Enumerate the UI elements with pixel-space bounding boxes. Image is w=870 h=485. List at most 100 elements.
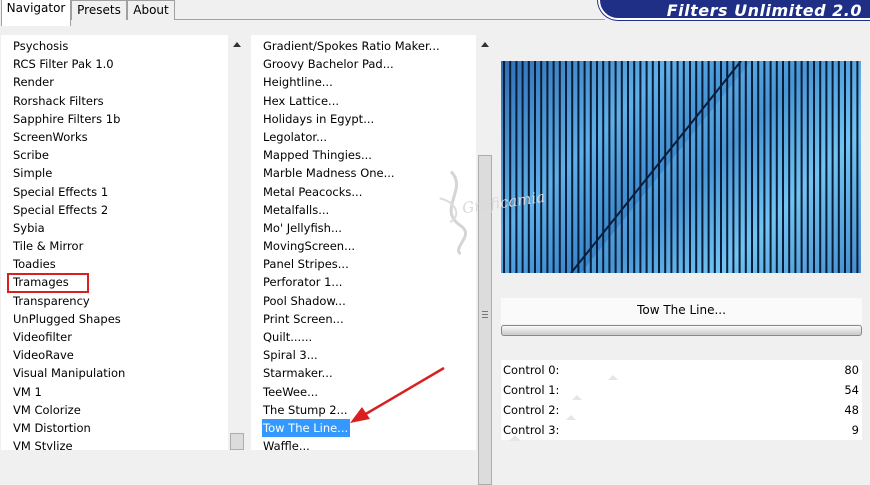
- preview-stripe: [676, 61, 679, 273]
- filter-item[interactable]: Holidays in Egypt...: [251, 110, 476, 128]
- preview-stripe: [639, 61, 642, 273]
- preview-stripe: [540, 61, 543, 273]
- filter-item[interactable]: Waffle...: [251, 437, 476, 450]
- current-filter-name: Tow The Line...: [501, 298, 862, 324]
- preview-stripe: [831, 61, 834, 273]
- preview-stripe: [682, 61, 685, 273]
- tab-navigator[interactable]: Navigator: [1, 0, 71, 26]
- preview-stripe: [571, 61, 574, 273]
- category-list[interactable]: Psychosis RCS Filter Pak 1.0 Render Rorshac…: [1, 35, 228, 450]
- preview-stripe: [633, 61, 636, 273]
- preview-stripe: [856, 61, 859, 273]
- filter-item[interactable]: Heightline...: [251, 73, 476, 91]
- category-item[interactable]: VM Distortion: [1, 419, 228, 437]
- preview-stripe: [819, 61, 822, 273]
- red-arrow-icon: [350, 366, 445, 423]
- preview-stripe: [608, 61, 611, 273]
- preview-stripe: [565, 61, 567, 273]
- category-item[interactable]: Toadies: [1, 255, 228, 273]
- preview-stripe: [664, 61, 667, 273]
- tab-presets[interactable]: Presets: [71, 0, 127, 20]
- category-item[interactable]: Transparency: [1, 292, 228, 310]
- filter-item[interactable]: Gradient/Spokes Ratio Maker...: [251, 37, 476, 55]
- preview-stripe: [825, 61, 828, 273]
- preview-stripe: [744, 61, 747, 273]
- category-item[interactable]: Special Effects 2: [1, 201, 228, 219]
- tab-about[interactable]: About: [127, 0, 175, 20]
- preview-stripe: [782, 61, 784, 273]
- control-1-slider[interactable]: Control 1: 54: [501, 380, 862, 401]
- category-item[interactable]: UnPlugged Shapes: [1, 310, 228, 328]
- preview-stripe: [515, 61, 518, 273]
- control-value: 9: [851, 423, 859, 437]
- category-item[interactable]: ScreenWorks: [1, 128, 228, 146]
- filter-item[interactable]: Mapped Thingies...: [251, 146, 476, 164]
- category-item[interactable]: Scribe: [1, 146, 228, 164]
- preview-stripe: [732, 61, 735, 273]
- category-item[interactable]: Sapphire Filters 1b: [1, 110, 228, 128]
- category-item[interactable]: Videofilter: [1, 328, 228, 346]
- preview-stripe: [546, 61, 549, 273]
- category-item[interactable]: VM Stylize: [1, 437, 228, 450]
- control-value: 48: [844, 403, 859, 417]
- category-item[interactable]: Special Effects 1: [1, 183, 228, 201]
- preview-stripe: [751, 61, 753, 273]
- preview-stripe: [738, 61, 741, 273]
- filter-item[interactable]: Print Screen...: [251, 310, 476, 328]
- filter-preview-image: [501, 61, 861, 273]
- preview-stripe: [583, 61, 586, 273]
- preview-stripe: [577, 61, 580, 273]
- category-item[interactable]: RCS Filter Pak 1.0: [1, 55, 228, 73]
- preview-stripe: [726, 61, 729, 273]
- preview-stripe: [589, 61, 592, 273]
- category-item[interactable]: Psychosis: [1, 37, 228, 55]
- preview-stripe: [837, 61, 840, 273]
- filter-item[interactable]: Hex Lattice...: [251, 92, 476, 110]
- preview-stripe: [651, 61, 654, 273]
- preview-stripe: [689, 61, 691, 273]
- preview-stripes: [503, 61, 861, 273]
- filter-item[interactable]: Legolator...: [251, 128, 476, 146]
- filter-item[interactable]: Quilt......: [251, 328, 476, 346]
- preview-stripe: [757, 61, 760, 273]
- scroll-up-arrow-icon[interactable]: [233, 42, 241, 47]
- preview-stripe: [558, 61, 561, 273]
- preview-stripe: [614, 61, 617, 273]
- preview-stripe: [800, 61, 803, 273]
- preview-stripe: [627, 61, 629, 273]
- preview-stripe: [806, 61, 809, 273]
- control-label: Control 1:: [503, 383, 560, 397]
- filter-item[interactable]: Pool Shadow...: [251, 292, 476, 310]
- progress-bar: [501, 325, 862, 336]
- category-item[interactable]: VideoRave: [1, 346, 228, 364]
- slider-thumb[interactable]: [509, 435, 521, 441]
- category-item[interactable]: Render: [1, 73, 228, 91]
- control-0-slider[interactable]: Control 0: 80: [501, 360, 862, 381]
- control-2-slider[interactable]: Control 2: 48: [501, 400, 862, 421]
- preview-stripe: [695, 61, 698, 273]
- preview-stripe: [794, 61, 797, 273]
- filter-item[interactable]: Perforator 1...: [251, 273, 476, 291]
- category-item[interactable]: Visual Manipulation: [1, 364, 228, 382]
- highlight-box: [7, 272, 89, 293]
- category-item[interactable]: VM 1: [1, 383, 228, 401]
- category-item[interactable]: Sybia: [1, 219, 228, 237]
- preview-stripe: [769, 61, 772, 273]
- category-scroll-thumb[interactable]: [230, 433, 244, 450]
- category-item[interactable]: VM Colorize: [1, 401, 228, 419]
- preview-stripe: [788, 61, 791, 273]
- preview-stripe: [534, 61, 536, 273]
- preview-stripe: [813, 61, 815, 273]
- preview-stripe: [707, 61, 710, 273]
- preview-stripe: [602, 61, 605, 273]
- preview-stripe: [850, 61, 853, 273]
- filter-item[interactable]: Groovy Bachelor Pad...: [251, 55, 476, 73]
- category-item[interactable]: Rorshack Filters: [1, 92, 228, 110]
- scroll-up-arrow-icon[interactable]: [481, 42, 489, 47]
- preview-stripe: [763, 61, 766, 273]
- category-scrollbar[interactable]: [228, 35, 246, 450]
- category-item[interactable]: Simple: [1, 164, 228, 182]
- category-item[interactable]: Tile & Mirror: [1, 237, 228, 255]
- control-3-slider[interactable]: Control 3: 9: [501, 420, 862, 441]
- grip-icon: [482, 311, 488, 312]
